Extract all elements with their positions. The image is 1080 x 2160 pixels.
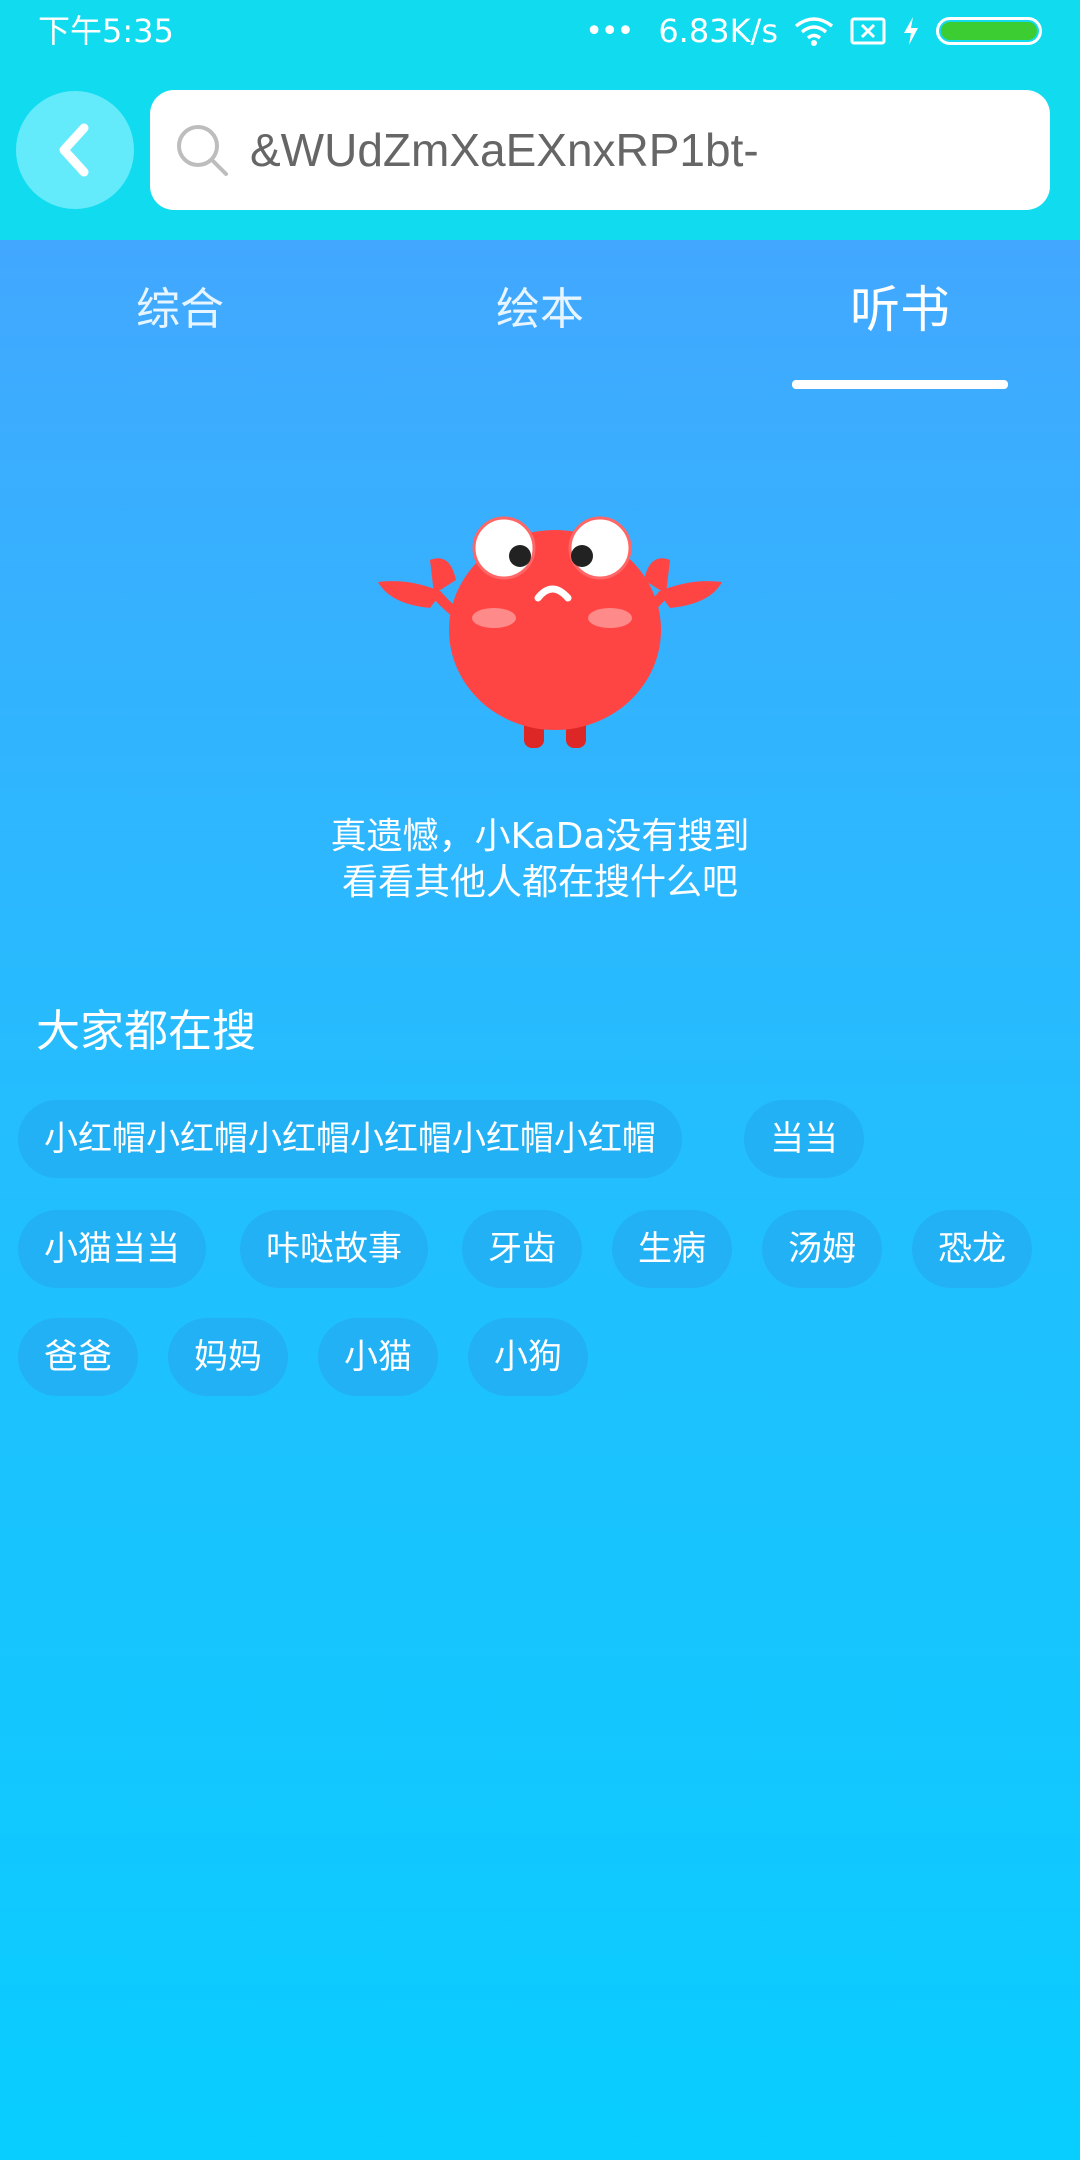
empty-state-line-2: 看看其他人都在搜什么吧 [341, 862, 738, 903]
status-time: 下午5:35 [38, 12, 174, 50]
empty-state-message: 真遗憾，小KaDa没有搜到 看看其他人都在搜什么吧 [0, 814, 1080, 906]
top-bar: 下午5:35 ••• 6.83K/s &WUdZmXaEXnxRP1bt- [0, 0, 1080, 240]
search-tag[interactable]: 当当 [744, 1100, 864, 1178]
search-tag[interactable]: 小猫当当 [18, 1210, 206, 1288]
search-tag[interactable]: 妈妈 [168, 1318, 288, 1396]
search-tag[interactable]: 恐龙 [912, 1210, 1032, 1288]
empty-state-line-1: 真遗憾，小KaDa没有搜到 [330, 816, 750, 857]
tab-bar: 综合 绘本 听书 [0, 240, 1080, 390]
search-tag[interactable]: 小红帽小红帽小红帽小红帽小红帽小红帽 [18, 1100, 682, 1178]
popular-searches-title: 大家都在搜 [36, 1006, 256, 1057]
no-sim-icon [850, 17, 886, 45]
search-tag[interactable]: 汤姆 [762, 1210, 882, 1288]
charging-icon [904, 17, 918, 45]
wifi-icon [794, 17, 834, 46]
status-icons: ••• 6.83K/s [585, 12, 1042, 50]
search-tag[interactable]: 咔哒故事 [240, 1210, 428, 1288]
back-button[interactable] [16, 91, 134, 209]
more-dots-icon: ••• [585, 13, 634, 49]
tab-audiobooks[interactable]: 听书 [720, 280, 1080, 340]
search-input[interactable]: &WUdZmXaEXnxRP1bt- [150, 90, 1050, 210]
chevron-left-icon [59, 123, 89, 177]
search-tag[interactable]: 牙齿 [462, 1210, 582, 1288]
tab-all[interactable]: 综合 [0, 280, 360, 340]
battery-level [941, 22, 1037, 40]
search-tag[interactable]: 爸爸 [18, 1318, 138, 1396]
status-bar: 下午5:35 ••• 6.83K/s [0, 0, 1080, 62]
tab-active-indicator [792, 380, 1008, 389]
search-tag[interactable]: 小猫 [318, 1318, 438, 1396]
search-query[interactable]: &WUdZmXaEXnxRP1bt- [250, 123, 759, 177]
network-speed: 6.83K/s [658, 12, 778, 50]
battery-icon [936, 17, 1042, 45]
search-icon [174, 122, 230, 178]
search-tag[interactable]: 小狗 [468, 1318, 588, 1396]
sad-crab-icon [378, 516, 722, 748]
search-tag[interactable]: 生病 [612, 1210, 732, 1288]
tab-picture-books[interactable]: 绘本 [360, 280, 720, 340]
